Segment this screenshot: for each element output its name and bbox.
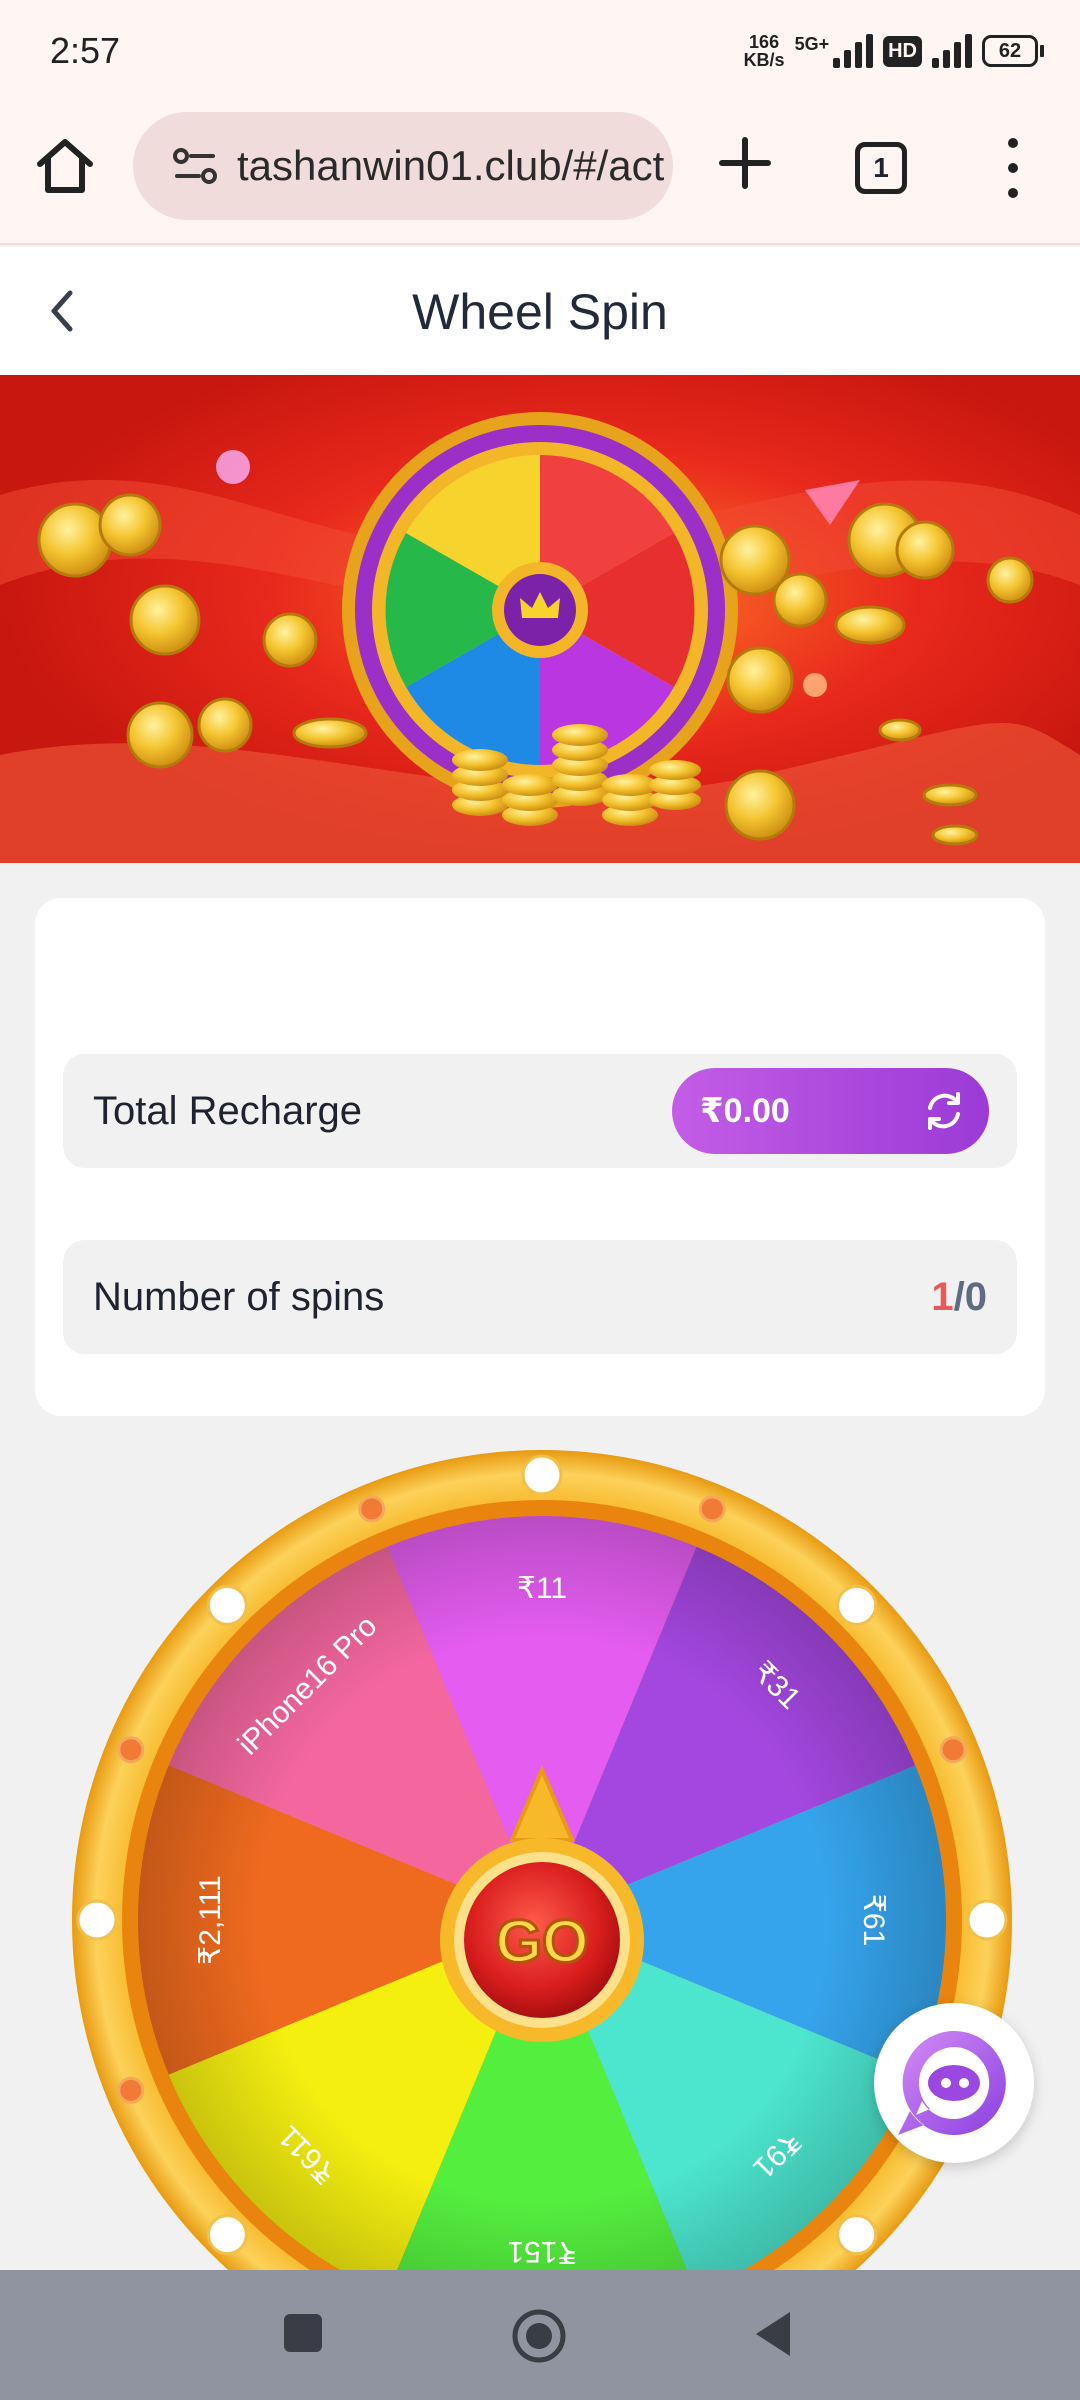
rim-bulb: [117, 1736, 145, 1764]
recharge-amount: ₹0.00: [700, 1092, 790, 1130]
more-menu-icon[interactable]: [995, 138, 1031, 198]
rim-bulb: [206, 2214, 248, 2256]
rim-bulb: [836, 1584, 878, 1626]
new-tab-icon[interactable]: [712, 130, 778, 196]
spins-count: 1/0: [931, 1240, 987, 1354]
go-label[interactable]: GO: [494, 1907, 590, 1977]
wheel-segment-label: ₹2,111: [194, 1875, 227, 1965]
rim-bulb: [698, 1495, 726, 1523]
chat-bubble-icon[interactable]: [874, 2003, 1034, 2163]
rim-bulb: [966, 1899, 1008, 1941]
info-card: Total Recharge ₹0.00 Number of spins 1/0: [35, 898, 1045, 1416]
refresh-icon[interactable]: [921, 1088, 967, 1134]
spins-label: Number of spins: [93, 1275, 385, 1319]
status-icons: 166 KB/s 5G+ HD 62: [744, 26, 1044, 76]
spins-row: Number of spins 1/0: [63, 1240, 1017, 1354]
site-settings-icon[interactable]: [173, 146, 217, 186]
rim-bulb: [521, 1454, 563, 1496]
network-speed-value: 166: [749, 32, 780, 52]
network-speed: 166 KB/s: [744, 33, 785, 69]
page-header: Wheel Spin: [0, 247, 1080, 375]
wheel-spin-banner: [0, 375, 1080, 863]
rim-bulb: [939, 1736, 967, 1764]
customer-service-chat-button[interactable]: [874, 2003, 1034, 2163]
recent-apps-icon[interactable]: [284, 2314, 322, 2352]
network-speed-unit: KB/s: [743, 50, 785, 70]
rim-bulb: [836, 2214, 878, 2256]
spins-used: 1: [931, 1275, 954, 1319]
prize-wheel: ₹11 ₹31 ₹61 ₹91 ₹151 ₹611 ₹2,111 iPhone16 Pro G…: [72, 1450, 1012, 2390]
rim-bulb: [206, 1584, 248, 1626]
total-recharge-row: Total Recharge ₹0.00: [63, 1054, 1017, 1168]
back-triangle-icon[interactable]: [752, 2308, 794, 2360]
rim-bulb: [117, 2076, 145, 2104]
status-bar: 2:57 166 KB/s 5G+ HD 62: [0, 0, 1080, 100]
system-nav-bar: [0, 2270, 1080, 2400]
recharge-amount-pill[interactable]: ₹0.00: [672, 1068, 989, 1154]
wheel-segment-label: ₹151: [507, 2235, 576, 2268]
url-text[interactable]: tashanwin01.club/#/activity: [237, 142, 667, 190]
home-circle-icon[interactable]: [511, 2308, 567, 2364]
battery-level: 62: [982, 35, 1038, 67]
wheel-segment-label: ₹61: [857, 1894, 890, 1946]
page-title: Wheel Spin: [412, 284, 668, 340]
total-recharge-label: Total Recharge: [93, 1089, 363, 1133]
signal-5g-icon: 5G+: [795, 34, 874, 68]
prize-wheel-graphic: ₹11₹31₹61₹91₹151₹611₹2,111iPhone16 Pro G…: [72, 1450, 1012, 2390]
home-icon[interactable]: [30, 130, 100, 200]
signal-icon: [932, 34, 972, 68]
battery-icon: 62: [982, 35, 1044, 67]
status-time: 2:57: [50, 30, 121, 71]
spins-total: 0: [964, 1275, 987, 1319]
browser-toolbar: tashanwin01.club/#/activity 1: [0, 100, 1080, 245]
wheel-segment-label: ₹11: [517, 1572, 567, 1605]
hd-icon: HD: [883, 35, 922, 67]
rim-bulb: [76, 1899, 118, 1941]
address-bar[interactable]: tashanwin01.club/#/activity: [133, 112, 673, 220]
rim-bulb: [358, 1495, 386, 1523]
tab-switcher-button[interactable]: 1: [855, 142, 907, 194]
spins-separator: /: [953, 1275, 965, 1319]
network-type: 5G+: [794, 34, 830, 54]
